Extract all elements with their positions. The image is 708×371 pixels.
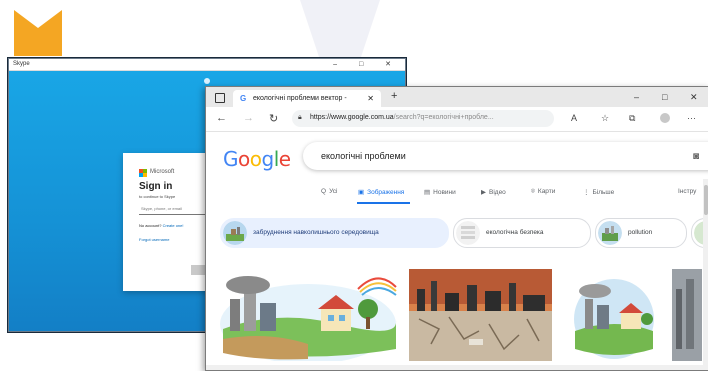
new-tab-button[interactable]: +: [391, 90, 397, 102]
skype-window-controls[interactable]: – □ ✕: [333, 60, 401, 68]
close-button[interactable]: ✕: [385, 61, 401, 68]
google-favicon-icon: G: [240, 94, 247, 103]
more-icon[interactable]: ···: [687, 113, 696, 123]
chip-label: pollution: [628, 229, 653, 236]
image-result[interactable]: [409, 269, 552, 361]
google-logo[interactable]: Google: [223, 147, 291, 171]
skype-logo-icon: [204, 78, 210, 84]
url-host: https://www.google.com.ua: [310, 114, 394, 121]
browser-tab[interactable]: G екологічні проблеми вектор - ✕: [233, 90, 381, 107]
maximize-button[interactable]: □: [359, 61, 373, 68]
horizontal-scrollbar[interactable]: [206, 365, 703, 370]
corner-ribbon-icon: [14, 10, 62, 56]
chip-label: забруднення навколишнього середовища: [253, 229, 379, 236]
active-tab-indicator: [357, 202, 410, 204]
lock-icon: 🔒︎: [298, 114, 302, 121]
tab-title: екологічні проблеми вектор -: [253, 95, 347, 102]
no-account-label: No account?: [139, 223, 162, 228]
image-result[interactable]: [672, 269, 702, 361]
image-result[interactable]: [218, 269, 398, 361]
chip-label: екологічна безпека: [486, 229, 544, 236]
refresh-icon[interactable]: ↻: [269, 112, 278, 125]
browser-close-button[interactable]: ✕: [690, 92, 698, 103]
no-account-text: No account? Create one!: [139, 223, 184, 228]
tab-all[interactable]: Q Усі: [321, 188, 337, 195]
browser-minimize-button[interactable]: –: [634, 92, 639, 102]
camera-icon[interactable]: ◙: [693, 151, 699, 162]
browser-maximize-button[interactable]: □: [662, 92, 667, 102]
create-account-link[interactable]: Create one!: [163, 223, 184, 228]
chip-pollution[interactable]: pollution: [595, 218, 687, 248]
browser-toolbar: ← → ↻ 🔒︎ https://www.google.com.ua/searc…: [206, 107, 708, 132]
signin-heading: Sign in: [139, 181, 173, 192]
vertical-scrollbar[interactable]: [703, 179, 708, 370]
tab-video[interactable]: ▶ Відео: [481, 188, 506, 196]
collections-icon[interactable]: ⧉: [629, 113, 635, 124]
tab-images[interactable]: ▣ Зображення: [358, 188, 404, 196]
tab-strip: G екологічні проблеми вектор - ✕ + – □ ✕: [206, 87, 708, 107]
tab-actions-icon[interactable]: [215, 93, 225, 103]
microsoft-brand: Microsoft: [150, 169, 175, 175]
search-box[interactable]: екологічні проблеми: [303, 142, 708, 170]
address-bar[interactable]: 🔒︎ https://www.google.com.ua/search?q=ек…: [292, 110, 554, 127]
tab-tools[interactable]: Інстру: [678, 188, 696, 195]
tab-news[interactable]: ▤ Новини: [424, 188, 456, 196]
microsoft-logo-icon: [139, 169, 147, 177]
signin-subtitle: to continue to Skype: [139, 194, 176, 199]
tab-more[interactable]: ⋮ Більше: [583, 188, 614, 196]
profile-avatar[interactable]: [660, 113, 670, 123]
favorites-icon[interactable]: ☆: [601, 113, 609, 124]
read-aloud-icon[interactable]: A︎: [571, 113, 577, 123]
chip-pollution-environment[interactable]: забруднення навколишнього середовища: [220, 218, 449, 248]
skype-titlebar: Skype – □ ✕: [9, 59, 405, 71]
chip-ecological-safety[interactable]: екологічна безпека: [453, 218, 591, 248]
tab-close-icon[interactable]: ✕: [367, 94, 374, 103]
address-url: https://www.google.com.ua/search?q=еколо…: [310, 114, 494, 121]
chip-thumbnail: [598, 221, 622, 245]
image-result[interactable]: [565, 269, 663, 361]
forward-arrow-icon[interactable]: →: [243, 112, 254, 124]
forgot-username-link[interactable]: Forgot username: [139, 237, 169, 242]
minimize-button[interactable]: –: [333, 61, 347, 68]
skype-window-title: Skype: [13, 61, 30, 67]
search-query: екологічні проблеми: [321, 151, 406, 161]
tab-maps[interactable]: ⌾ Карти: [531, 188, 555, 196]
scroll-thumb[interactable]: [704, 185, 708, 215]
chip-thumbnail: [223, 221, 247, 245]
back-arrow-icon[interactable]: ←: [216, 112, 227, 124]
google-results-page: Google екологічні проблеми ◙ Q Усі ▣ Зобра…: [206, 133, 708, 370]
browser-window: G екологічні проблеми вектор - ✕ + – □ ✕…: [205, 86, 708, 371]
chip-thumbnail: [456, 221, 480, 245]
url-path: /search?q=екологічні+пробле...: [393, 114, 494, 121]
